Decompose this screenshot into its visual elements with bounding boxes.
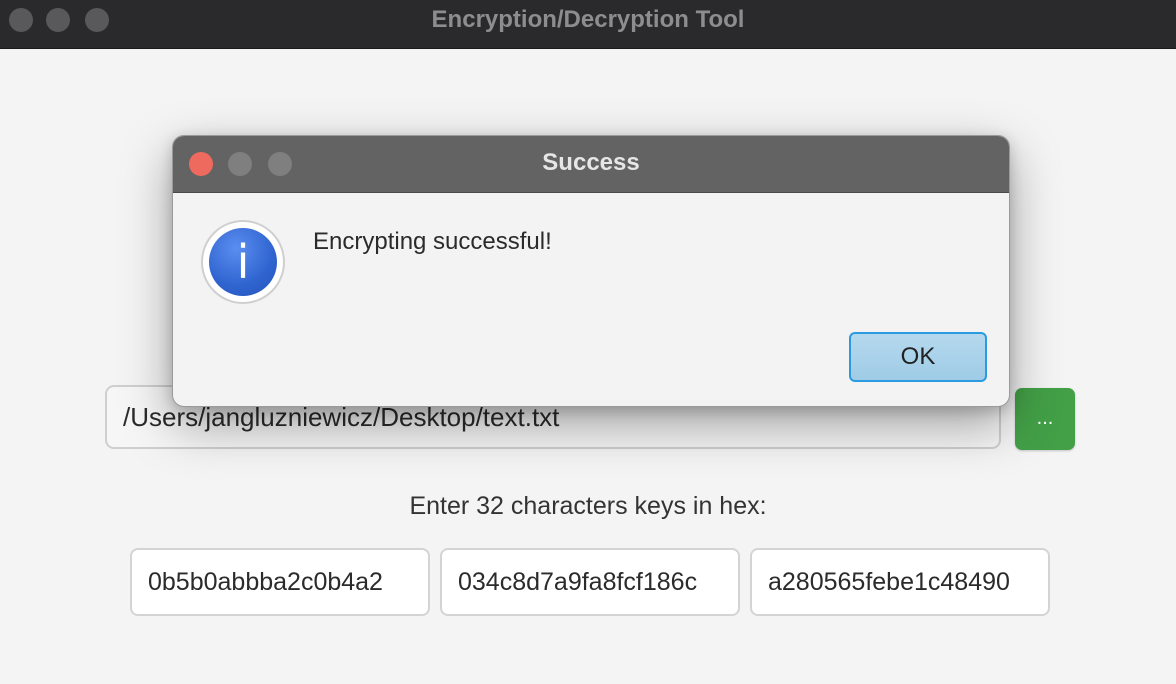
info-icon: i: [201, 220, 285, 304]
main-window-title: Encryption/Decryption Tool: [431, 6, 745, 33]
key-input-2[interactable]: 034c8d7a9fa8fcf186c: [440, 548, 740, 616]
dialog-titlebar: Success: [173, 136, 1009, 193]
browse-file-button[interactable]: ...: [1015, 388, 1075, 450]
info-icon-glyph: i: [209, 228, 277, 296]
ok-button[interactable]: OK: [849, 332, 987, 382]
key-input-1[interactable]: 0b5b0abbba2c0b4a2: [130, 548, 430, 616]
success-dialog: Success i Encrypting successful! OK: [172, 135, 1010, 407]
keys-label: Enter 32 characters keys in hex:: [409, 492, 767, 520]
main-titlebar: Encryption/Decryption Tool: [0, 0, 1176, 49]
dialog-message: Encrypting successful!: [313, 228, 552, 255]
key-input-3[interactable]: a280565febe1c48490: [750, 548, 1050, 616]
dialog-title: Success: [542, 149, 640, 176]
